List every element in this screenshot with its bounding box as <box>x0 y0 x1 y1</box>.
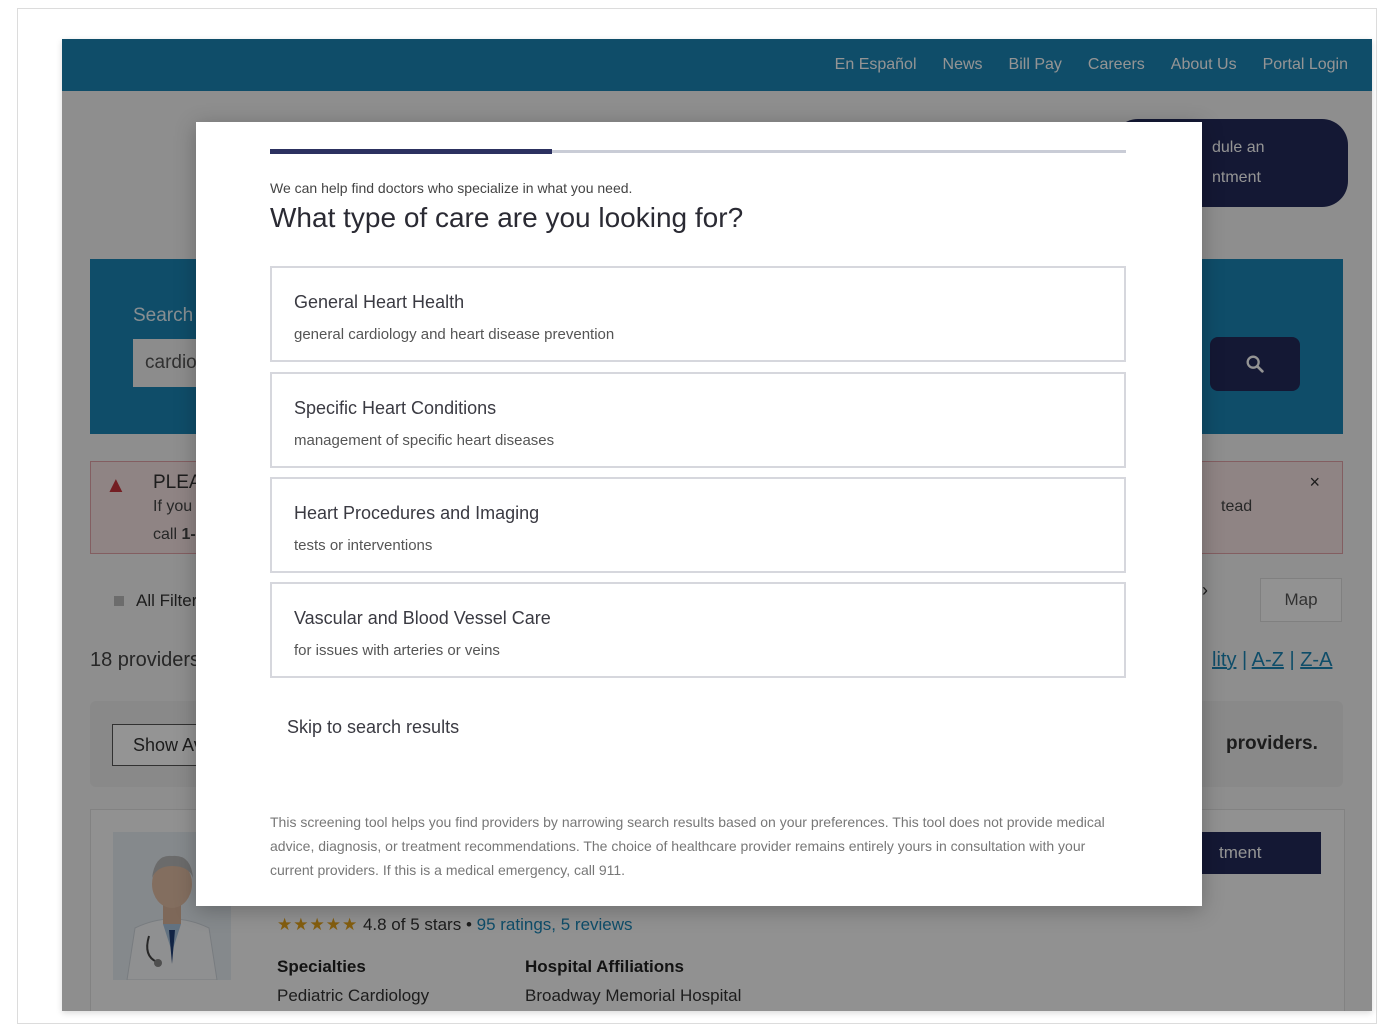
option-description: general cardiology and heart disease pre… <box>294 326 615 343</box>
option-heart-procedures-imaging[interactable]: Heart Procedures and Imaging tests or in… <box>270 477 1126 573</box>
option-description: tests or interventions <box>294 537 433 554</box>
option-title: Vascular and Blood Vessel Care <box>294 608 551 628</box>
option-title: General Heart Health <box>294 292 465 312</box>
progress-bar <box>270 149 1126 154</box>
option-specific-heart-conditions[interactable]: Specific Heart Conditions management of … <box>270 372 1126 468</box>
option-title: Heart Procedures and Imaging <box>294 503 540 523</box>
option-general-heart-health[interactable]: General Heart Health general cardiology … <box>270 266 1126 362</box>
modal-intro: We can help find doctors who specialize … <box>270 180 633 196</box>
option-description: for issues with arteries or veins <box>294 642 500 659</box>
screening-disclaimer: This screening tool helps you find provi… <box>270 814 1105 878</box>
skip-to-results-link[interactable]: Skip to search results <box>287 717 459 738</box>
progress-bar-fill <box>270 149 553 154</box>
option-title: Specific Heart Conditions <box>294 398 497 418</box>
care-type-modal: We can help find doctors who specialize … <box>196 122 1202 906</box>
option-vascular-blood-vessel-care[interactable]: Vascular and Blood Vessel Care for issue… <box>270 582 1126 678</box>
option-description: management of specific heart diseases <box>294 432 555 449</box>
modal-question: What type of care are you looking for? <box>270 202 744 233</box>
